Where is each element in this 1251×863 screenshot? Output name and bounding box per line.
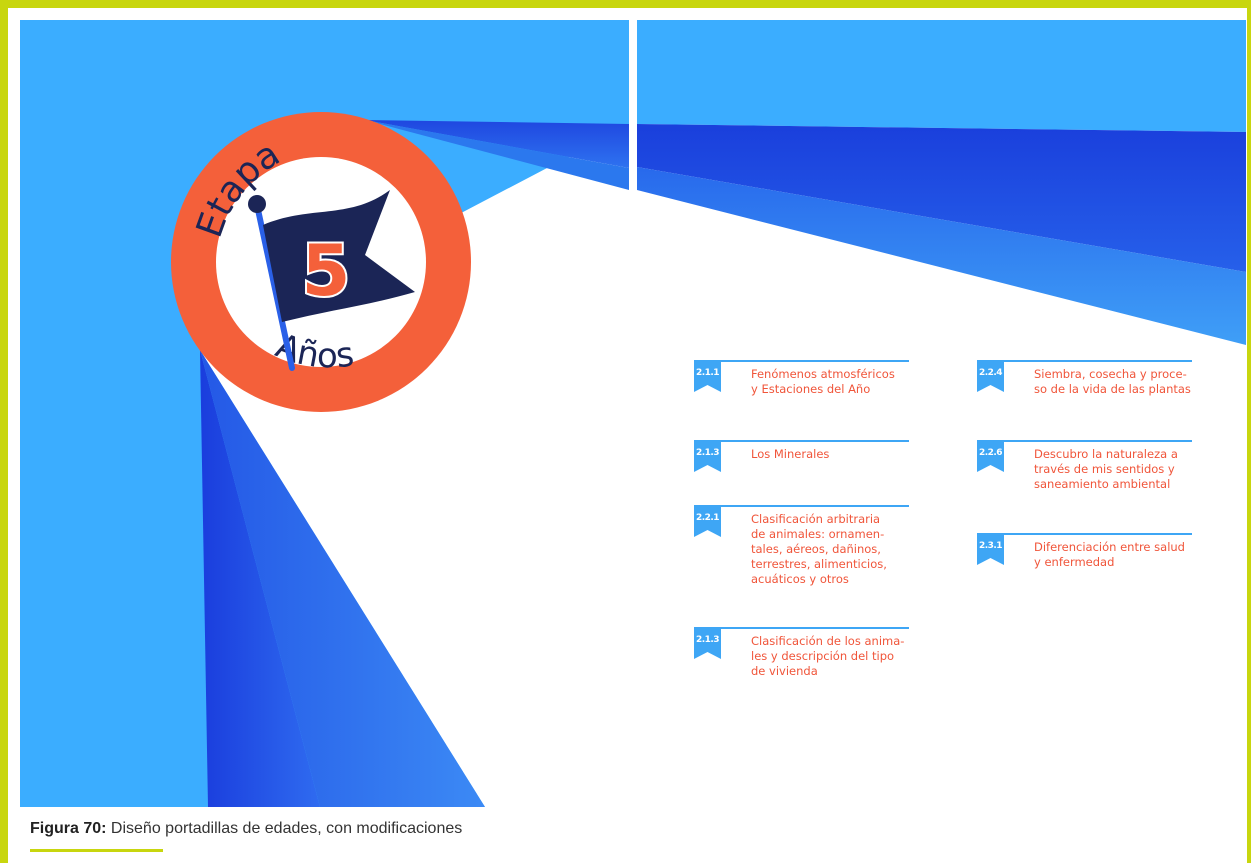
figure-caption: Figura 70: Diseño portadillas de edades,…: [30, 820, 462, 838]
topic-rule: [694, 627, 909, 629]
topic-rule: [694, 505, 909, 507]
badge-number: 5: [302, 230, 351, 312]
caption-underline: [30, 849, 163, 852]
topic-rule: [977, 440, 1192, 442]
topic-title: Fenómenos atmosféricos y Estaciones del …: [751, 367, 895, 396]
topic-title: Clasificación arbitraria de animales: or…: [751, 512, 887, 586]
topic-title: Clasificación de los anima- les y descri…: [751, 634, 905, 678]
topic-title: Descubro la naturaleza a través de mis s…: [1034, 447, 1178, 491]
topic-title: Los Minerales: [751, 447, 830, 461]
topic-title: Siembra, cosecha y proce- so de la vida …: [1034, 367, 1191, 396]
left-page-art: Etapa Años 5: [20, 20, 629, 807]
topic-rule: [977, 533, 1192, 535]
sky-band: [637, 20, 1246, 132]
age-badge: Etapa Años 5: [171, 112, 471, 412]
caption-label: Figura 70:: [30, 820, 107, 837]
caption-text: Diseño portadillas de edades, con modifi…: [106, 820, 463, 837]
right-page-art: [637, 20, 1246, 807]
topic-rule: [694, 360, 909, 362]
topic-rule: [977, 360, 1192, 362]
right-page: 2.1.1 Fenómenos atmosféricos y Estacione…: [637, 20, 1246, 807]
topic-title: Diferenciación entre salud y enfermedad: [1034, 540, 1185, 569]
left-page: Etapa Años 5: [20, 20, 629, 807]
topic-rule: [694, 440, 909, 442]
